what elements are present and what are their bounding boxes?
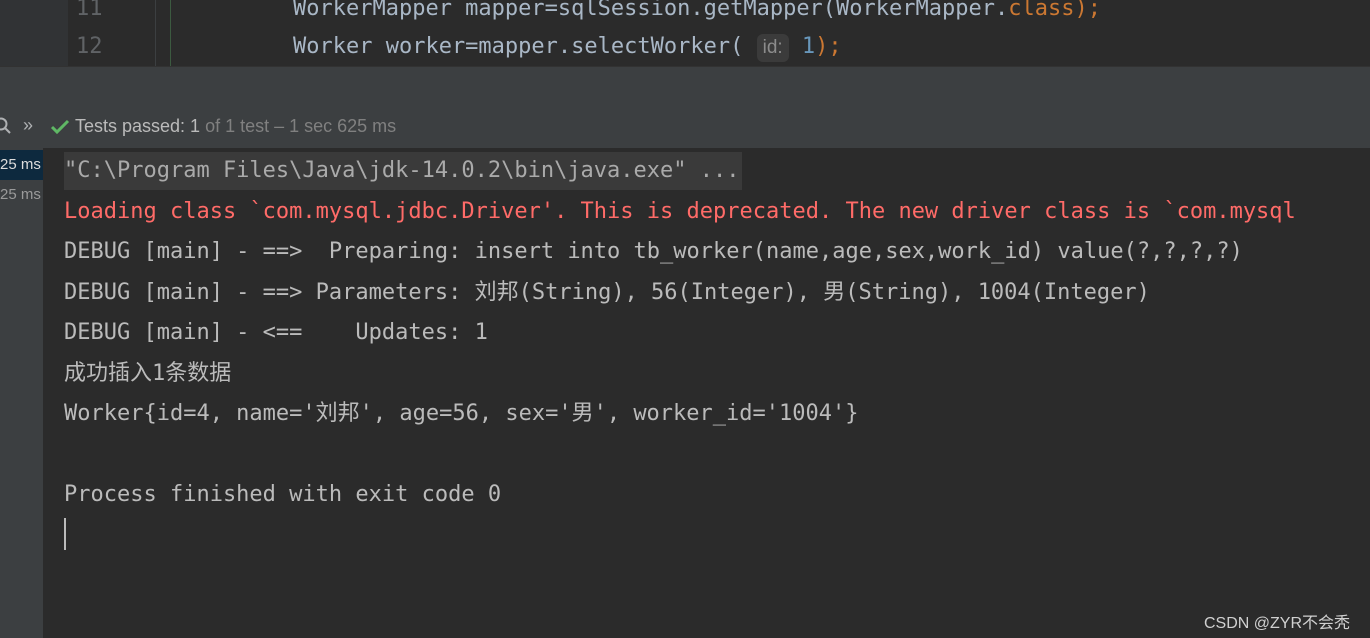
code-line[interactable]: 11 WorkerMapper mapper=sqlSession.getMap…: [0, 0, 1370, 28]
code-segment: );: [815, 34, 842, 59]
line-number: 11: [76, 0, 103, 21]
console-command-line: "C:\Program Files\Java\jdk-14.0.2\bin\ja…: [64, 152, 742, 190]
check-icon: [50, 118, 70, 136]
test-status: Tests passed: 1 of 1 test – 1 sec 625 ms: [75, 116, 396, 137]
watermark: CSDN @ZYR不会秃: [1204, 615, 1351, 632]
tests-passed-label: Tests passed: 1: [75, 116, 201, 136]
console-output[interactable]: "C:\Program Files\Java\jdk-14.0.2\bin\ja…: [43, 148, 1370, 638]
test-tree: 25 ms 25 ms: [0, 148, 43, 638]
code-line[interactable]: 12 Worker worker=mapper.selectWorker( id…: [0, 28, 1370, 66]
console-line: DEBUG [main] - <== Updates: 1: [64, 320, 488, 345]
console-exit-line: Process finished with exit code 0: [64, 482, 502, 507]
text-cursor: [64, 518, 66, 550]
parameter-hint: id:: [756, 34, 789, 62]
test-tree-item[interactable]: 25 ms: [0, 150, 43, 180]
console-error-line: Loading class `com.mysql.jdbc.Driver'. T…: [64, 199, 1296, 224]
number-literal: 1: [801, 34, 816, 59]
code-text[interactable]: Worker worker=mapper.selectWorker( id: 1…: [293, 28, 842, 66]
search-icon[interactable]: [0, 117, 12, 135]
code-text[interactable]: WorkerMapper mapper=sqlSession.getMapper…: [293, 0, 1101, 28]
code-editor[interactable]: 11 WorkerMapper mapper=sqlSession.getMap…: [0, 0, 1370, 66]
console-line: Worker{id=4, name='刘邦', age=56, sex='男',…: [64, 401, 859, 426]
code-segment: Worker worker=mapper.selectWorker(: [293, 34, 757, 59]
panel-divider: [0, 66, 1370, 108]
code-segment: WorkerMapper mapper=sqlSession.getMapper…: [293, 0, 1009, 21]
console-line: DEBUG [main] - ==> Parameters: 刘邦(String…: [64, 280, 1150, 305]
chevron-double-right-icon[interactable]: »: [23, 115, 33, 136]
code-segment: );: [1074, 0, 1101, 21]
console-line: DEBUG [main] - ==> Preparing: insert int…: [64, 239, 1243, 264]
run-toolbar: » Tests passed: 1 of 1 test – 1 sec 625 …: [0, 107, 1370, 148]
line-number: 12: [76, 34, 103, 59]
keyword-class: class: [1008, 0, 1075, 21]
test-tree-item[interactable]: 25 ms: [0, 180, 43, 210]
test-summary: of 1 test – 1 sec 625 ms: [200, 116, 397, 136]
console-line: 成功插入1条数据: [64, 361, 232, 386]
